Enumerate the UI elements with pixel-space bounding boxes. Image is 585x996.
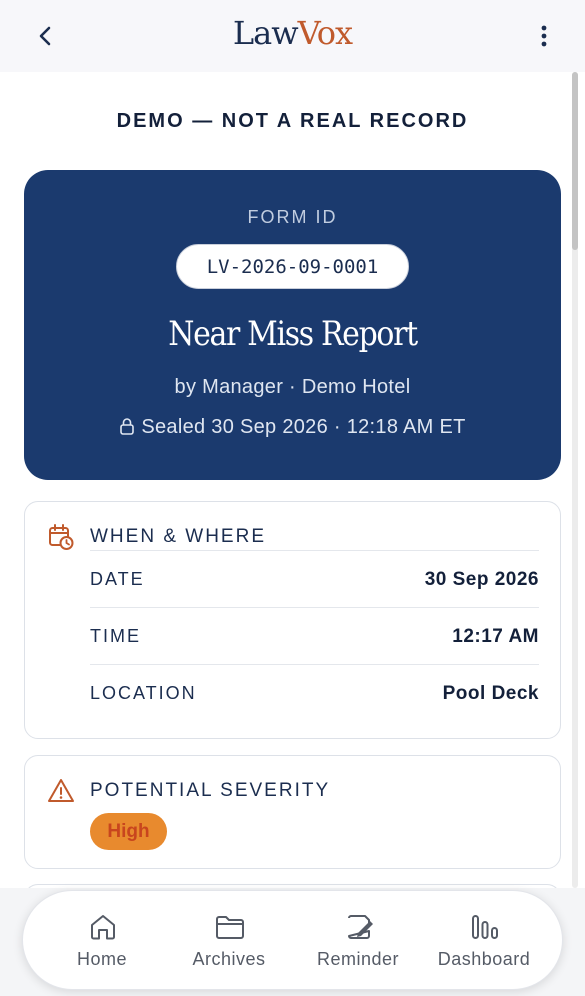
nav-dashboard[interactable]: Dashboard xyxy=(419,891,549,991)
lock-icon xyxy=(120,418,135,435)
demo-banner: DEMO — NOT A REAL RECORD xyxy=(116,110,469,132)
note-edit-icon xyxy=(348,915,373,939)
more-options-button[interactable] xyxy=(530,22,558,50)
location-label: LOCATION xyxy=(90,683,197,703)
nav-home-label: Home xyxy=(76,949,127,969)
nav-home[interactable]: Home xyxy=(37,891,167,991)
app-header: LawVox xyxy=(0,0,585,72)
report-byline: by Manager · Demo Hotel xyxy=(174,376,411,398)
nav-dashboard-label: Dashboard xyxy=(437,949,531,969)
sealed-text: Sealed 30 Sep 2026 · 12:18 AM ET xyxy=(141,416,466,438)
warning-icon xyxy=(48,779,74,802)
calendar-clock-icon xyxy=(49,524,74,550)
detail-row-location: LOCATION Pool Deck xyxy=(90,664,539,721)
detail-row-date: DATE 30 Sep 2026 xyxy=(90,550,539,607)
location-value: Pool Deck xyxy=(442,683,539,704)
date-value: 30 Sep 2026 xyxy=(424,569,539,590)
nav-reminder[interactable]: Reminder xyxy=(293,891,423,991)
detail-row-time: TIME 12:17 AM xyxy=(90,607,539,664)
form-id-label: FORM ID xyxy=(247,207,338,227)
sealed-status: Sealed 30 Sep 2026 · 12:18 AM ET xyxy=(24,416,561,439)
time-label: TIME xyxy=(90,626,141,646)
when-where-card: WHEN & WHERE DATE 30 Sep 2026 TIME 12:17… xyxy=(24,501,561,739)
severity-badge: High xyxy=(90,813,167,850)
app-logo: LawVox xyxy=(0,14,585,52)
nav-archives-label: Archives xyxy=(192,949,266,969)
logo-law: Law xyxy=(232,14,299,52)
folder-icon xyxy=(216,916,244,939)
when-where-title: WHEN & WHERE xyxy=(90,526,266,547)
severity-card: POTENTIAL SEVERITY High xyxy=(24,755,561,869)
time-value: 12:17 AM xyxy=(452,626,539,647)
form-id-value[interactable]: LV-2026-09-0001 xyxy=(176,244,409,289)
scrollbar-thumb[interactable] xyxy=(572,72,578,250)
more-vertical-icon xyxy=(541,25,547,47)
nav-reminder-label: Reminder xyxy=(316,949,400,969)
bar-chart-icon xyxy=(472,915,498,939)
severity-title: POTENTIAL SEVERITY xyxy=(90,780,331,801)
report-title: Near Miss Report xyxy=(168,314,418,354)
record-summary-card: FORM ID LV-2026-09-0001 Near Miss Report… xyxy=(24,170,561,480)
bottom-navigation: Home Archives Reminder Dashboard xyxy=(22,890,563,990)
nav-archives[interactable]: Archives xyxy=(164,891,294,991)
logo-vox: Vox xyxy=(297,14,353,52)
date-label: DATE xyxy=(90,569,145,589)
home-icon xyxy=(91,915,115,940)
